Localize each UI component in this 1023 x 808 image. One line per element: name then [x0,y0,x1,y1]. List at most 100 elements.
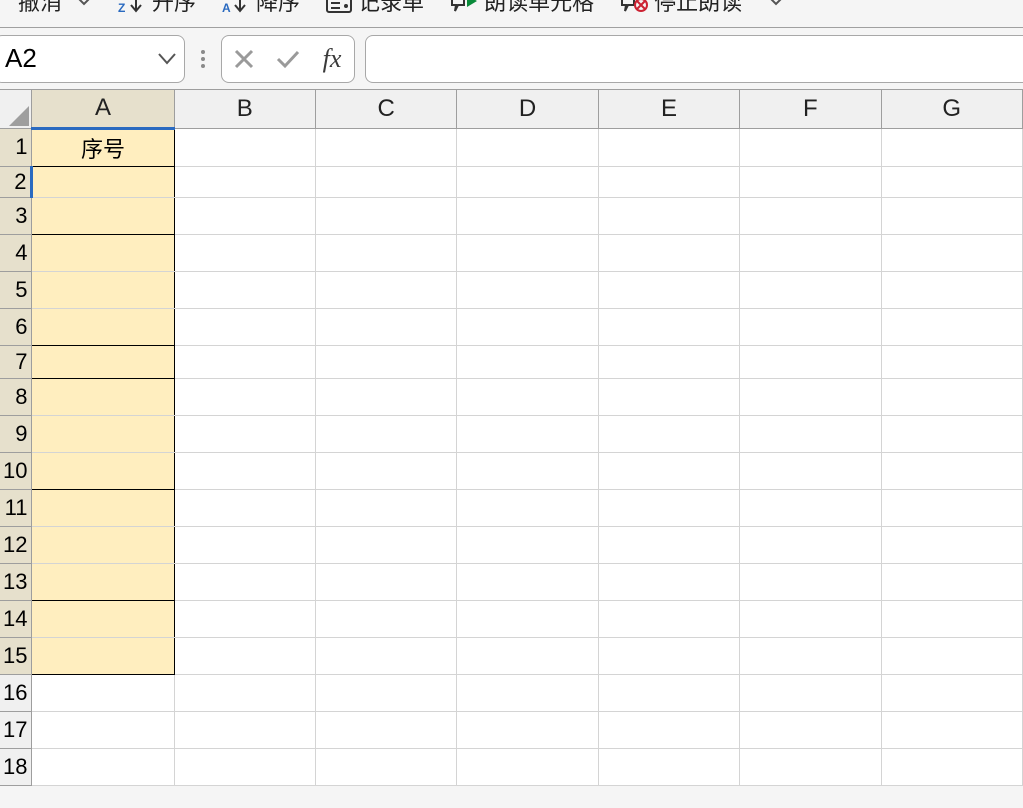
row-header[interactable]: 11 [0,489,32,526]
cell[interactable] [315,526,456,563]
cell[interactable] [174,271,315,308]
cell[interactable] [598,308,739,345]
row-header[interactable]: 15 [0,637,32,674]
cell[interactable] [32,637,174,674]
cell[interactable] [315,197,456,234]
cell[interactable] [881,563,1022,600]
cell[interactable] [740,166,881,197]
row-header[interactable]: 14 [0,600,32,637]
record-form-button[interactable]: 记录单 [326,0,424,12]
cell[interactable] [598,128,739,166]
cell[interactable] [174,308,315,345]
cell[interactable] [881,674,1022,711]
cell[interactable] [457,234,598,271]
cell[interactable] [881,271,1022,308]
cell[interactable] [174,166,315,197]
name-box-dropdown[interactable] [150,36,184,82]
cell[interactable] [881,489,1022,526]
cell[interactable] [315,600,456,637]
cell[interactable] [740,711,881,748]
sort-desc-button[interactable]: ZA 降序 [222,0,300,12]
cell[interactable] [598,197,739,234]
cell[interactable] [740,308,881,345]
cell[interactable] [315,452,456,489]
cell[interactable] [32,674,174,711]
cell[interactable] [315,711,456,748]
cell[interactable] [740,271,881,308]
cell[interactable] [457,166,598,197]
cell[interactable] [598,271,739,308]
row-header[interactable]: 16 [0,674,32,711]
cell[interactable] [740,378,881,415]
undo-button[interactable]: 撤消 [0,0,92,12]
cell[interactable] [457,637,598,674]
cell[interactable] [32,271,174,308]
cell[interactable] [457,711,598,748]
cell[interactable] [32,378,174,415]
cell[interactable] [881,197,1022,234]
cell[interactable] [315,674,456,711]
toolbar-more-button[interactable] [768,0,784,12]
cell[interactable] [174,234,315,271]
cell[interactable] [457,197,598,234]
cell[interactable] [740,197,881,234]
cell[interactable] [740,637,881,674]
cell[interactable] [315,415,456,452]
row-header[interactable]: 3 [0,197,32,234]
cell[interactable] [32,600,174,637]
cell[interactable] [32,234,174,271]
row-header[interactable]: 5 [0,271,32,308]
cell[interactable] [457,378,598,415]
row-header[interactable]: 4 [0,234,32,271]
cell[interactable] [174,128,315,166]
cancel-formula-button[interactable] [222,36,266,82]
spreadsheet-grid[interactable]: ABCDEFG1序号23456789101112131415161718 [0,89,1023,786]
row-header[interactable]: 18 [0,748,32,785]
cell[interactable] [598,489,739,526]
cell[interactable] [881,711,1022,748]
cell[interactable] [457,489,598,526]
cell[interactable] [881,234,1022,271]
row-header[interactable]: 17 [0,711,32,748]
expand-handle[interactable] [195,50,211,68]
row-header[interactable]: 10 [0,452,32,489]
cell[interactable] [881,128,1022,166]
cell[interactable] [881,345,1022,378]
column-header[interactable]: B [174,90,315,128]
cell[interactable] [457,452,598,489]
cell[interactable] [598,637,739,674]
cell[interactable] [174,637,315,674]
cell[interactable] [457,345,598,378]
cell[interactable] [32,415,174,452]
cell[interactable] [174,415,315,452]
cell[interactable] [174,197,315,234]
cell[interactable] [457,563,598,600]
cell[interactable]: 序号 [32,128,174,166]
cell[interactable] [740,345,881,378]
row-header[interactable]: 1 [0,128,32,166]
cell[interactable] [32,166,174,197]
cell[interactable] [174,345,315,378]
cell[interactable] [174,452,315,489]
cell[interactable] [740,452,881,489]
cell[interactable] [598,166,739,197]
row-header[interactable]: 7 [0,345,32,378]
row-header[interactable]: 6 [0,308,32,345]
cell[interactable] [881,415,1022,452]
cell[interactable] [174,378,315,415]
read-cell-button[interactable]: 朗读单元格 [450,0,594,12]
cell[interactable] [32,563,174,600]
cell[interactable] [457,128,598,166]
row-header[interactable]: 8 [0,378,32,415]
cell[interactable] [881,526,1022,563]
column-header[interactable]: A [32,90,174,128]
cell[interactable] [598,415,739,452]
cell[interactable] [598,345,739,378]
cell[interactable] [598,711,739,748]
chevron-down-icon[interactable] [76,0,92,6]
cell[interactable] [315,637,456,674]
cell[interactable] [740,563,881,600]
stop-read-button[interactable]: 停止朗读 [620,0,742,12]
cell[interactable] [881,452,1022,489]
cell[interactable] [32,308,174,345]
